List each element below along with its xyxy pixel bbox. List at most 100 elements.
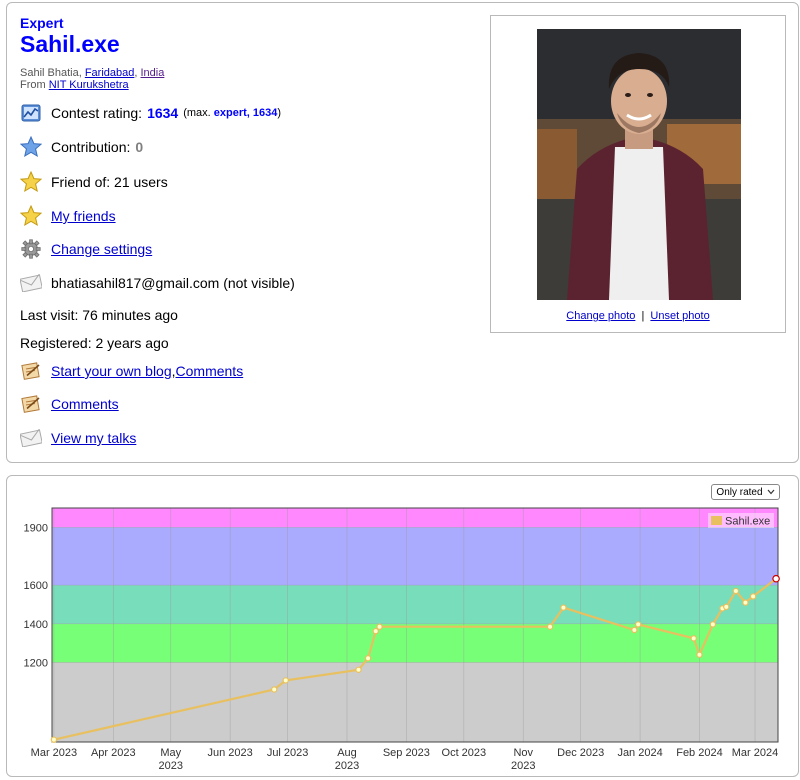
y-tick-label: 1900 (24, 522, 48, 534)
x-tick-label: May (160, 747, 181, 759)
comments-inline-link[interactable]: Comments (176, 363, 244, 379)
gear-icon (20, 238, 42, 260)
data-point (772, 574, 780, 583)
x-tick-label: Jun 2023 (208, 747, 253, 759)
my-friends-link[interactable]: My friends (51, 208, 116, 224)
legend-label: Sahil.exe (725, 516, 770, 528)
rating-band (52, 623, 778, 663)
user-handle: Sahil.exe (20, 31, 120, 57)
x-tick-label: Mar 2023 (31, 747, 77, 759)
legend-swatch (711, 516, 722, 525)
contribution-label: Contribution: (51, 139, 131, 155)
from-label: From (20, 79, 49, 91)
registered: Registered: 2 years ago (20, 335, 169, 351)
country-link[interactable]: India (141, 67, 165, 79)
data-point (742, 599, 749, 606)
data-point (631, 626, 638, 634)
gold-star-icon (20, 171, 42, 193)
y-tick-label: 1200 (24, 657, 48, 669)
contest-rating-label: Contest rating: (51, 105, 143, 121)
contest-rating-value: 1634 (147, 105, 179, 121)
envelope-icon (20, 272, 42, 294)
comments-row: Comments (20, 392, 119, 416)
change-settings-link[interactable]: Change settings (51, 241, 152, 257)
only-rated-label: Only rated (716, 486, 763, 498)
x-tick-label: Feb 2024 (676, 747, 722, 759)
contribution-value: 0 (135, 139, 144, 155)
data-point (696, 651, 703, 658)
photo-links-separator: | (641, 310, 645, 322)
gold-star-icon (20, 205, 42, 227)
x-tick-label: Jul 2023 (267, 747, 309, 759)
envelope-icon (20, 427, 42, 449)
data-point (723, 603, 730, 611)
talks-row: View my talks (20, 426, 136, 450)
x-tick-label: 2023 (159, 760, 183, 772)
city-link[interactable]: Faridabad (85, 67, 135, 79)
x-tick-label: 2023 (511, 760, 535, 772)
contest-rating-row: Contest rating: 1634 (max. expert, 1634) (20, 101, 281, 125)
user-rank: Expert (20, 15, 64, 31)
unset-photo-link[interactable]: Unset photo (650, 310, 709, 322)
start-blog-link[interactable]: Start your own blog (51, 363, 172, 379)
rating-band (52, 585, 778, 624)
photo-box: Change photo | Unset photo (490, 15, 786, 333)
chevron-down-icon (767, 489, 775, 495)
data-point (546, 623, 554, 630)
data-point (709, 621, 717, 628)
data-point (634, 621, 642, 628)
profile-panel: Expert Sahil.exe Sahil Bhatia, Faridabad… (6, 2, 799, 463)
x-tick-label: Sep 2023 (383, 747, 430, 759)
last-visit: Last visit: 76 minutes ago (20, 307, 178, 323)
data-point (376, 623, 383, 630)
rating-band (52, 527, 778, 586)
email-row: bhatiasahil817@gmail.com (not visible) (20, 271, 295, 295)
view-talks-link[interactable]: View my talks (51, 430, 136, 446)
data-point (282, 677, 289, 684)
user-location: Sahil Bhatia, Faridabad, India (20, 67, 164, 79)
x-tick-label: Oct 2023 (442, 747, 487, 759)
max-rating-close: ) (277, 107, 282, 119)
max-rating: (max. expert, 1634) (183, 107, 281, 119)
change-settings-row: Change settings (20, 237, 152, 261)
data-point (271, 686, 278, 693)
data-point (732, 587, 740, 595)
rating-band (52, 662, 778, 742)
x-tick-label: Dec 2023 (557, 747, 604, 759)
rating-chart: 1200140016001900Mar 2023 Apr 2023 May2023J… (24, 507, 780, 772)
comments-link[interactable]: Comments (51, 396, 119, 412)
x-tick-label: Apr 2023 (91, 747, 136, 759)
blog-icon (20, 360, 42, 382)
x-tick-label: Mar 2024 (732, 747, 778, 759)
email-text: bhatiasahil817@gmail.com (not visible) (51, 275, 295, 291)
data-point (355, 666, 362, 673)
rating-graph-panel: 1200 1400 1600 1900 Mar 2023 Apr 2023 May 2023 J… (6, 475, 799, 777)
user-full-name: Sahil Bhatia, (20, 67, 85, 79)
rating-graph-icon (20, 102, 42, 124)
organization-link[interactable]: NIT Kurukshetra (49, 79, 129, 91)
friend-of-row: Friend of: 21 users (20, 170, 168, 194)
data-point (50, 736, 58, 743)
y-tick-label: 1400 (24, 619, 48, 631)
data-point (364, 655, 372, 662)
blue-star-icon (20, 136, 42, 158)
user-organization: From NIT Kurukshetra (20, 79, 129, 91)
data-point (560, 604, 567, 611)
blog-row: Start your own blog, Comments (20, 359, 243, 383)
only-rated-select[interactable]: Only rated (711, 484, 780, 500)
x-tick-label: Jan 2024 (617, 747, 662, 759)
blog-icon (20, 393, 42, 415)
contribution-row: Contribution: 0 (20, 135, 143, 159)
rating-band (52, 508, 778, 528)
y-tick-label: 1600 (24, 580, 48, 592)
change-photo-link[interactable]: Change photo (566, 310, 635, 322)
data-point (749, 593, 757, 600)
x-tick-label: Nov (513, 747, 533, 759)
x-tick-label: 2023 (335, 760, 359, 772)
x-tick-label: Aug (337, 747, 357, 759)
user-photo (537, 29, 741, 300)
data-point (690, 635, 697, 642)
max-rating-open: (max. (183, 107, 214, 119)
friend-of-text: Friend of: 21 users (51, 174, 168, 190)
data-point (372, 627, 379, 635)
